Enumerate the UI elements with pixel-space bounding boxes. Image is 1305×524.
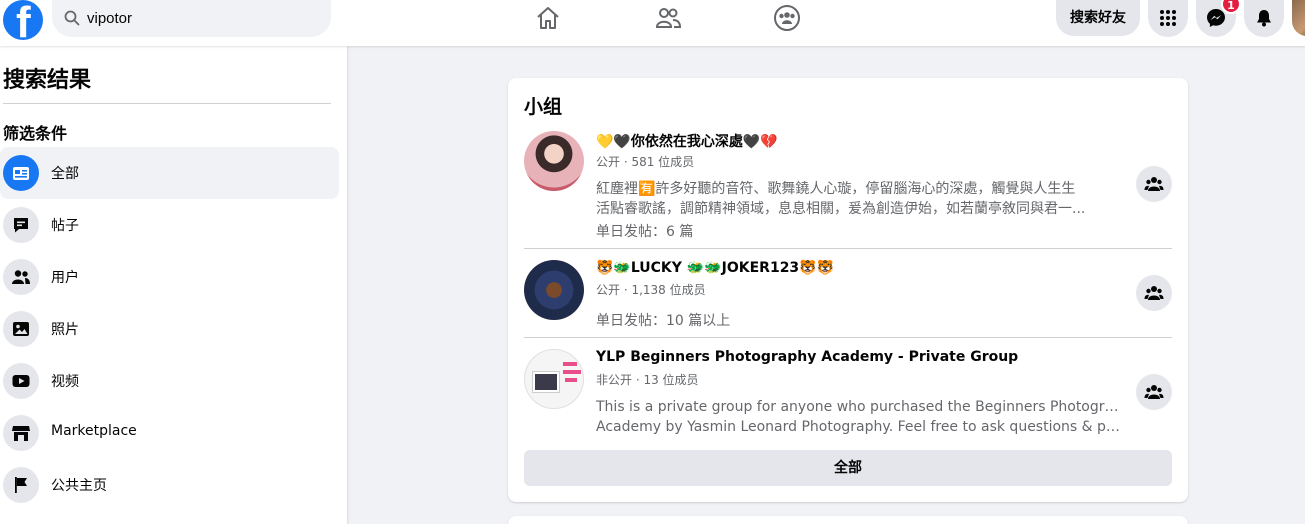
sidebar-item-marketplace[interactable]: Marketplace: [0, 407, 339, 459]
facebook-logo[interactable]: f: [3, 0, 43, 40]
result-divider: [524, 337, 1172, 338]
marketplace-icon: [3, 415, 39, 451]
sidebar-item-label: 用户: [51, 270, 79, 286]
join-group-icon: [1144, 286, 1164, 300]
group-avatar[interactable]: [524, 131, 584, 191]
avatar-pink-mark: [563, 362, 577, 366]
sidebar-divider: [3, 103, 331, 104]
home-icon[interactable]: [534, 4, 562, 32]
sidebar-item-all[interactable]: 全部: [0, 147, 339, 199]
group-name[interactable]: 💛🖤你依然在我心深處🖤💔: [596, 131, 778, 151]
search-box[interactable]: [52, 0, 331, 37]
group-avatar[interactable]: [524, 260, 584, 320]
sidebar-item-people[interactable]: 用户: [0, 251, 339, 303]
groups-section-title: 小组: [524, 96, 563, 118]
group-avatar[interactable]: [524, 349, 584, 409]
sidebar-item-videos[interactable]: 视频: [0, 355, 339, 407]
sidebar-item-label: 视频: [51, 374, 79, 390]
avatar-pink-mark: [563, 370, 581, 374]
sidebar-item-label: Marketplace: [51, 423, 137, 439]
join-group-button[interactable]: [1136, 275, 1172, 311]
photos-icon: [3, 311, 39, 347]
sidebar-item-label: 公共主页: [51, 478, 107, 494]
join-group-icon: [1144, 177, 1164, 191]
group-meta: 非公开 · 13 位成员: [596, 373, 699, 387]
join-group-button[interactable]: [1136, 166, 1172, 202]
filters-heading: 筛选条件: [3, 124, 68, 143]
groups-results-card: 小组 💛🖤你依然在我心深處🖤💔 公开 · 581 位成员 紅塵裡🈶許多好聽的音符…: [508, 78, 1188, 502]
sidebar-item-label: 全部: [51, 166, 79, 182]
avatar-pink-mark: [565, 378, 577, 382]
flag-icon: [3, 467, 39, 503]
see-all-groups-button[interactable]: 全部: [524, 450, 1172, 486]
sidebar-item-label: 照片: [51, 322, 79, 338]
join-group-button[interactable]: [1136, 374, 1172, 410]
bell-icon: [1257, 10, 1271, 27]
all-results-icon: [3, 155, 39, 191]
people-icon: [3, 259, 39, 295]
notification-count-badge: 1: [1221, 0, 1241, 14]
group-post-frequency: 单日发帖：6 篇: [596, 224, 694, 240]
avatar-photo-thumbnail: [533, 372, 559, 392]
account-avatar[interactable]: [1292, 0, 1305, 36]
groups-icon[interactable]: [773, 4, 801, 32]
grid-menu-icon: [1160, 10, 1176, 26]
search-results-title: 搜索结果: [3, 68, 92, 93]
group-description: 紅塵裡🈶許多好聽的音符、歌舞鐃人心璇，停留腦海心的深處，觸覺與人生生 活點睿歌謠…: [596, 181, 1086, 217]
notifications-button[interactable]: [1244, 0, 1284, 37]
group-post-frequency: 单日发帖：10 篇以上: [596, 313, 731, 329]
group-description: This is a private group for anyone who p…: [596, 399, 1122, 435]
group-meta: 公开 · 581 位成员: [596, 155, 695, 169]
sidebar-item-photos[interactable]: 照片: [0, 303, 339, 355]
find-friends-button[interactable]: 搜索好友: [1056, 0, 1140, 36]
sidebar-item-posts[interactable]: 帖子: [0, 199, 339, 251]
posts-icon: [3, 207, 39, 243]
search-filters-sidebar: 搜索结果 筛选条件 全部 帖子 用户 照片 视频 Marketplace 公共主…: [0, 46, 347, 524]
next-results-card: [508, 516, 1188, 524]
group-name[interactable]: 🐯🐲LUCKY 🐲🐲JOKER123🐯🐯: [596, 260, 834, 276]
result-divider: [524, 248, 1172, 249]
video-icon: [3, 363, 39, 399]
menu-button[interactable]: [1148, 0, 1188, 37]
friends-icon[interactable]: [654, 4, 682, 32]
search-icon: [64, 10, 80, 26]
search-input[interactable]: [87, 6, 317, 30]
sidebar-item-pages[interactable]: 公共主页: [0, 459, 339, 511]
group-meta: 公开 · 1,138 位成员: [596, 283, 706, 297]
group-name[interactable]: YLP Beginners Photography Academy - Priv…: [596, 349, 1018, 365]
sidebar-item-label: 帖子: [51, 218, 79, 234]
top-navigation-bar: f 搜索好友 1: [0, 0, 1305, 46]
join-group-icon: [1144, 385, 1164, 399]
